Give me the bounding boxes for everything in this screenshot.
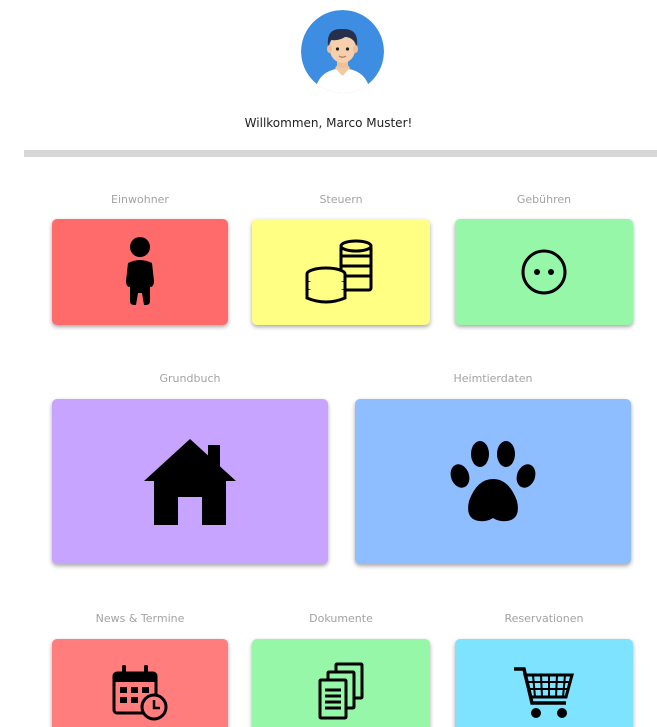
dokumente-tile[interactable] (252, 639, 430, 727)
calendar-clock-icon (112, 665, 168, 721)
heimtierdaten-tile[interactable] (355, 399, 631, 564)
person-icon (126, 237, 154, 305)
steuern-label: Steuern (319, 193, 363, 206)
dokumente-label: Dokumente (309, 612, 373, 625)
house-icon (144, 438, 236, 525)
einwohner-tile[interactable] (52, 219, 228, 325)
heimtierdaten-label: Heimtierdaten (453, 372, 533, 385)
reservationen-label: Reservationen (504, 612, 584, 625)
user-avatar-icon (301, 10, 384, 93)
reservationen-tile[interactable] (455, 639, 633, 727)
shopping-cart-icon (514, 667, 574, 718)
ellipsis-circle-icon (521, 249, 567, 295)
steuern-tile[interactable] (252, 219, 430, 325)
einwohner-label: Einwohner (111, 193, 169, 206)
documents-icon (318, 662, 364, 720)
grundbuch-tile[interactable] (52, 399, 328, 564)
gebuehren-label: Gebühren (516, 193, 572, 206)
gebuehren-tile[interactable] (455, 219, 633, 325)
welcome-message: Willkommen, Marco Muster! (244, 116, 413, 130)
paw-icon (450, 440, 536, 521)
grundbuch-label: Grundbuch (159, 372, 221, 385)
news-label: News & Termine (95, 612, 185, 625)
divider (24, 150, 657, 157)
news-tile[interactable] (52, 639, 228, 727)
coins-icon (305, 239, 373, 304)
